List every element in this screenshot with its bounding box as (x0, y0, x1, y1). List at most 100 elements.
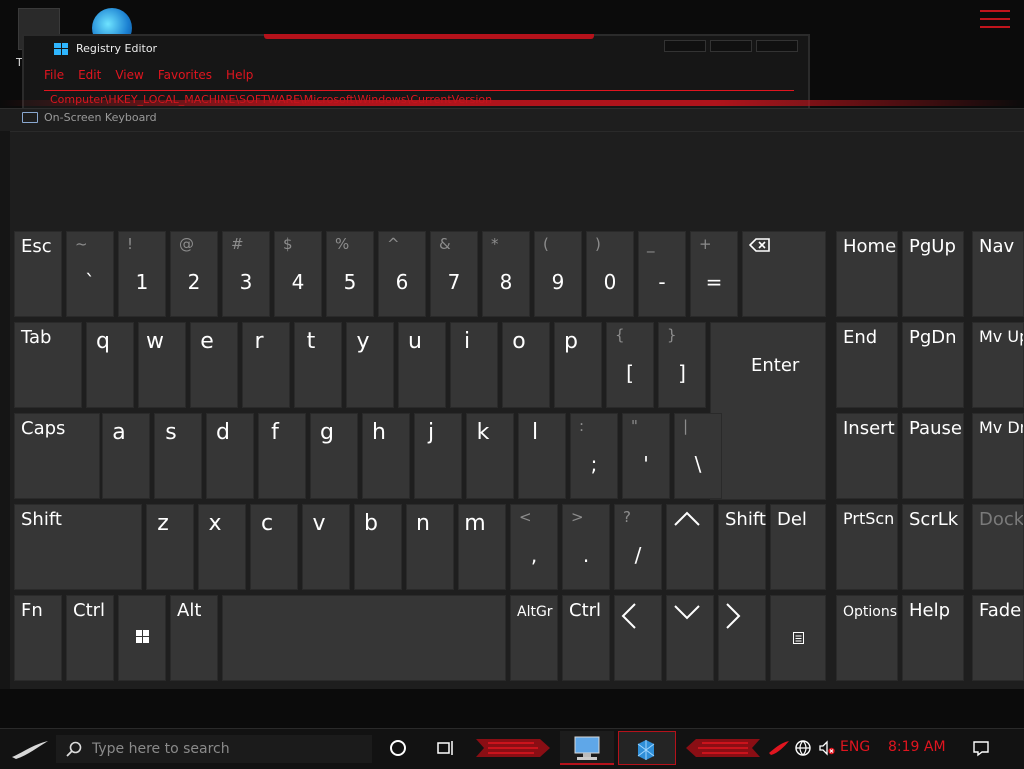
key-sym-z-2[interactable]: ? / (614, 504, 662, 590)
key-letter-a[interactable]: a (102, 413, 150, 499)
key-num-10[interactable]: ) 0 (586, 231, 634, 317)
osk-titlebar[interactable]: On-Screen Keyboard (22, 111, 157, 124)
key-windows[interactable] (118, 595, 166, 681)
key-letter-i[interactable]: i (450, 322, 498, 408)
key-tab[interactable]: Tab (14, 322, 82, 408)
cortana-icon[interactable] (389, 739, 407, 757)
key-letter-r[interactable]: r (242, 322, 290, 408)
key-menu[interactable] (770, 595, 826, 681)
menu-file[interactable]: File (44, 68, 64, 82)
key-letter-m[interactable]: m (458, 504, 506, 590)
key-letter-y[interactable]: y (346, 322, 394, 408)
key-num-9[interactable]: (9 (534, 231, 582, 317)
maximize-button[interactable] (710, 40, 752, 52)
key-dock[interactable]: Dock (972, 504, 1024, 590)
key-num-5[interactable]: % 5 (326, 231, 374, 317)
taskbar-search-box[interactable]: Type here to search (56, 735, 372, 763)
key-sym-a-0[interactable]: :; (570, 413, 618, 499)
key-letter-c[interactable]: c (250, 504, 298, 590)
key-home[interactable]: Home (836, 231, 898, 317)
key-num-8[interactable]: * 8 (482, 231, 530, 317)
key-num-3[interactable]: #3 (222, 231, 270, 317)
key-letter-o[interactable]: o (502, 322, 550, 408)
key-letter-x[interactable]: x (198, 504, 246, 590)
key-num-0[interactable]: ~ ` (66, 231, 114, 317)
menu-favorites[interactable]: Favorites (158, 68, 212, 82)
key-options[interactable]: Options (836, 595, 898, 681)
key-letter-e[interactable]: e (190, 322, 238, 408)
key-letter-k[interactable]: k (466, 413, 514, 499)
key-pgdn[interactable]: PgDn (902, 322, 964, 408)
key-alt[interactable]: Alt (170, 595, 218, 681)
key-num-4[interactable]: $4 (274, 231, 322, 317)
key-nav[interactable]: Nav (972, 231, 1024, 317)
key-caps[interactable]: Caps (14, 413, 100, 499)
volume-muted-icon[interactable] (818, 739, 836, 757)
key-ctrl-right[interactable]: Ctrl (562, 595, 610, 681)
menu-help[interactable]: Help (226, 68, 253, 82)
key-letter-f[interactable]: f (258, 413, 306, 499)
language-indicator[interactable]: ENG (840, 739, 870, 755)
key-letter-w[interactable]: w (138, 322, 186, 408)
key-sym-z-1[interactable]: >. (562, 504, 610, 590)
key-letter-h[interactable]: h (362, 413, 410, 499)
key-letter-p[interactable]: p (554, 322, 602, 408)
key-arrow-up[interactable] (666, 504, 714, 590)
key-pause[interactable]: Pause (902, 413, 964, 499)
key-prtscn[interactable]: PrtScn (836, 504, 898, 590)
menu-edit[interactable]: Edit (78, 68, 101, 82)
key-help[interactable]: Help (902, 595, 964, 681)
key-shift-right[interactable]: Shift (718, 504, 766, 590)
menu-view[interactable]: View (115, 68, 143, 82)
key-ctrl-left[interactable]: Ctrl (66, 595, 114, 681)
minimize-button[interactable] (664, 40, 706, 52)
key-sym-z-0[interactable]: <, (510, 504, 558, 590)
key-scrlk[interactable]: ScrLk (902, 504, 964, 590)
key-num-6[interactable]: ^ 6 (378, 231, 426, 317)
regedit-titlebar[interactable]: Registry Editor (54, 42, 157, 55)
key-letter-j[interactable]: j (414, 413, 462, 499)
key-sym-a-1[interactable]: " ' (622, 413, 670, 499)
key-letter-n[interactable]: n (406, 504, 454, 590)
key-pgup[interactable]: PgUp (902, 231, 964, 317)
key-letter-b[interactable]: b (354, 504, 402, 590)
close-button[interactable] (756, 40, 798, 52)
key-letter-g[interactable]: g (310, 413, 358, 499)
key-num-11[interactable]: _ - (638, 231, 686, 317)
key-letter-q[interactable]: q (86, 322, 134, 408)
start-rog-logo-icon[interactable] (10, 737, 50, 761)
key-end[interactable]: End (836, 322, 898, 408)
key-letter-z[interactable]: z (146, 504, 194, 590)
key-del[interactable]: Del (770, 504, 826, 590)
rog-armoury-icon[interactable] (768, 739, 790, 757)
key-space[interactable] (222, 595, 506, 681)
key-letter-d[interactable]: d (206, 413, 254, 499)
key-arrow-down[interactable] (666, 595, 714, 681)
key-letter-t[interactable]: t (294, 322, 342, 408)
key-insert[interactable]: Insert (836, 413, 898, 499)
key-esc[interactable]: Esc (14, 231, 62, 317)
key-shift-left[interactable]: Shift (14, 504, 142, 590)
key-fn[interactable]: Fn (14, 595, 62, 681)
key-letter-v[interactable]: v (302, 504, 350, 590)
key-letter-l[interactable]: l (518, 413, 566, 499)
key-arrow-right[interactable] (718, 595, 766, 681)
key-move-up[interactable]: Mv Up (972, 322, 1024, 408)
clock-time[interactable]: 8:19 AM (888, 739, 946, 755)
key-num-7[interactable]: & 7 (430, 231, 478, 317)
key-move-down[interactable]: Mv Dn (972, 413, 1024, 499)
key-arrow-left[interactable] (614, 595, 662, 681)
key-sym-q-1[interactable]: }] (658, 322, 706, 408)
key-altgr[interactable]: AltGr (510, 595, 558, 681)
task-view-icon[interactable] (437, 739, 455, 757)
key-letter-u[interactable]: u (398, 322, 446, 408)
taskbar-app-registry-editor[interactable] (618, 731, 676, 765)
key-num-12[interactable]: + = (690, 231, 738, 317)
key-letter-s[interactable]: s (154, 413, 202, 499)
key-num-2[interactable]: @2 (170, 231, 218, 317)
network-globe-icon[interactable] (794, 739, 812, 757)
taskbar-app-computer[interactable] (560, 731, 614, 765)
key-num-1[interactable]: ! 1 (118, 231, 166, 317)
registry-editor-window[interactable]: Registry Editor File Edit View Favorites… (22, 34, 810, 110)
notifications-icon[interactable] (972, 739, 990, 757)
